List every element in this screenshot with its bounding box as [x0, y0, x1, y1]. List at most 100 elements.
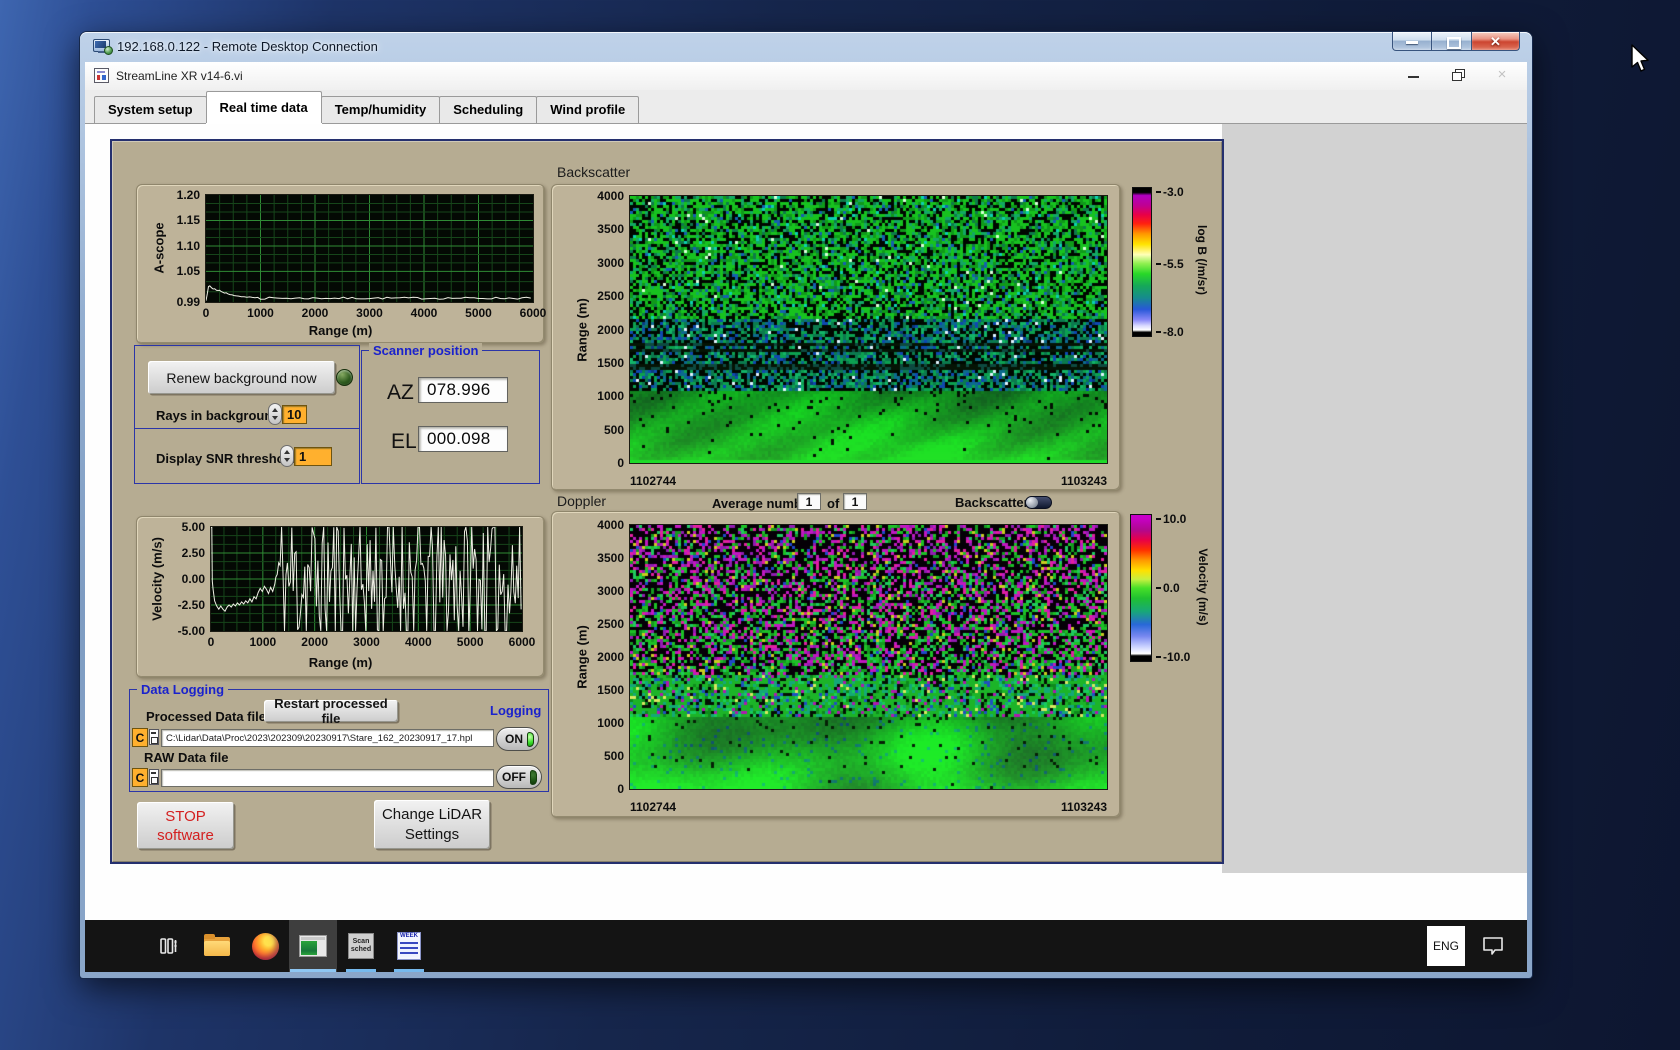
panel-outside-area	[1222, 124, 1527, 873]
el-value: 000.098	[418, 426, 508, 452]
x-tick-label: 4000	[404, 635, 432, 649]
background-led-icon	[336, 369, 353, 386]
rays-value-field[interactable]: 10	[282, 405, 307, 424]
raw-path-field[interactable]	[161, 769, 494, 787]
language-indicator[interactable]: ENG	[1427, 926, 1465, 966]
tab-wind-profile[interactable]: Wind profile	[536, 96, 640, 123]
processed-path-field[interactable]: C:\Lidar\Data\Proc\2023\202309\20230917\…	[161, 729, 494, 747]
tab-scheduling[interactable]: Scheduling	[439, 96, 538, 123]
y-tick-label: 5.00	[181, 520, 205, 534]
average-number-field[interactable]: 1	[797, 493, 821, 510]
backscatter-time-end: 1103243	[1060, 474, 1107, 488]
minimize-icon	[1406, 41, 1418, 44]
tab-temp-humidity[interactable]: Temp/humidity	[320, 96, 441, 123]
processed-data-file-label: Processed Data file	[146, 709, 266, 724]
backscatter-graph-frame: Range (m) 1102744 1103243 4000 3500 3000 25…	[551, 184, 1121, 491]
average-of-field[interactable]: 1	[843, 493, 867, 510]
y-tick-label: 2500	[597, 289, 624, 304]
velocity-graph-frame: Velocity (m/s) Range (m) 5.00 2.50 0.00 -2.…	[136, 516, 545, 678]
front-panel-area: A-scope Range (m) 1.20 1.15 1.10 1.05 0.99 0 1…	[85, 124, 1527, 972]
y-tick-label: 1.15	[176, 213, 200, 228]
ascope-plot	[206, 195, 533, 302]
backscatter-time-start: 1102744	[630, 474, 677, 488]
x-tick-label: 3000	[356, 306, 383, 320]
raw-drive-selector[interactable]: C	[132, 768, 148, 787]
y-tick-label: 4000	[597, 518, 624, 532]
firefox-button[interactable]	[241, 920, 289, 972]
taskbar: Scan sched WEEK ENG	[85, 920, 1527, 972]
backscatter-heatmap	[630, 196, 1107, 463]
scan-scheduler-icon: Scan sched	[348, 933, 374, 959]
file-explorer-button[interactable]	[193, 920, 241, 972]
backscatter-section-title: Backscatter	[557, 164, 631, 180]
doppler-heatmap	[630, 525, 1107, 789]
app-close-button[interactable]: ×	[1495, 67, 1509, 82]
restore-icon	[1446, 37, 1461, 49]
app-restore-button[interactable]	[1451, 68, 1465, 82]
scan-scheduler-button[interactable]: Scan sched	[337, 920, 385, 972]
snr-increment-decrement[interactable]	[280, 445, 294, 467]
az-value: 078.996	[418, 377, 508, 403]
week-notes-button[interactable]: WEEK	[385, 920, 433, 972]
rdp-minimize-button[interactable]	[1392, 32, 1432, 51]
rdp-restore-button[interactable]	[1432, 32, 1472, 51]
remote-desktop-icon	[93, 39, 113, 55]
y-tick-label: 0	[617, 782, 624, 796]
y-tick-label: 2.50	[181, 546, 205, 560]
processed-logging-on-button[interactable]: ON	[496, 727, 539, 751]
snr-value-field[interactable]: 1	[294, 447, 332, 466]
running-indicator	[394, 969, 424, 972]
file-explorer-icon	[204, 933, 230, 956]
backscatter-doppler-toggle[interactable]	[1025, 496, 1052, 509]
scanner-position-group: Scanner position AZ 078.996 EL 000.098	[361, 343, 540, 484]
tab-system-setup[interactable]: System setup	[94, 96, 207, 123]
y-tick-label: 4000	[597, 189, 624, 203]
app-titlebar[interactable]: StreamLine XR v14-6.vi ×	[85, 62, 1527, 91]
stop-software-button[interactable]: STOP software	[137, 802, 234, 849]
firefox-icon	[251, 932, 279, 960]
app-minimize-button[interactable]	[1407, 68, 1421, 82]
stop-line1: STOP	[165, 807, 206, 825]
y-tick-label: 3500	[597, 551, 624, 565]
renew-background-button[interactable]: Renew background now	[148, 361, 335, 394]
y-tick-label: 3000	[597, 255, 624, 270]
backscatter-toggle-label: Backscatter	[955, 495, 1029, 510]
lidar-panel: A-scope Range (m) 1.20 1.15 1.10 1.05 0.99 0 1…	[110, 139, 1224, 864]
running-indicator	[290, 969, 336, 972]
task-view-button[interactable]	[145, 920, 193, 972]
restart-processed-file-button[interactable]: Restart processed file	[264, 696, 398, 726]
x-tick-label: 5000	[456, 635, 484, 649]
action-center-icon[interactable]	[1481, 935, 1505, 957]
rdp-close-button[interactable]: ✕	[1472, 32, 1520, 51]
rays-in-background-label: Rays in background	[156, 408, 281, 423]
tab-real-time-data[interactable]: Real time data	[205, 91, 322, 123]
doppler-colorbar	[1130, 514, 1152, 662]
toggle-knob-icon	[1026, 497, 1038, 508]
el-label: EL	[391, 430, 417, 453]
doppler-colorbar-tick-mid: 0.0	[1156, 581, 1180, 595]
y-tick-label: 2500	[597, 617, 624, 631]
desktop: 192.168.0.122 - Remote Desktop Connectio…	[0, 0, 1680, 1050]
backscatter-colorbar-tick-mid: -5.5	[1156, 257, 1184, 271]
x-tick-label: 6000	[508, 635, 536, 649]
doppler-colorbar-tick-min: -10.0	[1156, 650, 1190, 664]
rdp-titlebar[interactable]: 192.168.0.122 - Remote Desktop Connectio…	[80, 32, 1532, 62]
y-tick-label: 3500	[597, 222, 624, 237]
raw-logging-off-button[interactable]: OFF	[496, 765, 542, 789]
processed-drive-selector[interactable]: C	[132, 728, 148, 747]
y-tick-label: 500	[603, 749, 624, 763]
y-tick-label: 1500	[597, 683, 624, 697]
off-label: OFF	[502, 770, 526, 784]
x-tick-label: 3000	[353, 635, 380, 649]
raw-data-file-label: RAW Data file	[144, 750, 229, 765]
change-lidar-settings-button[interactable]: Change LiDAR Settings	[374, 800, 490, 849]
rdp-window-title: 192.168.0.122 - Remote Desktop Connectio…	[117, 39, 378, 54]
streamline-app-button[interactable]	[289, 920, 337, 972]
ascope-graph-frame: A-scope Range (m) 1.20 1.15 1.10 1.05 0.99 0 1…	[136, 184, 546, 344]
mouse-cursor	[1630, 44, 1652, 79]
doppler-graph-frame: Range (m) 1102744 1103243 4000 3500 3000 25…	[551, 511, 1121, 818]
rays-increment-decrement[interactable]	[268, 403, 282, 425]
streamline-app-icon	[299, 935, 327, 957]
tab-bar: System setup Real time data Temp/humidit…	[85, 90, 1527, 124]
backscatter-colorbar-tick-min: -8.0	[1156, 325, 1184, 339]
